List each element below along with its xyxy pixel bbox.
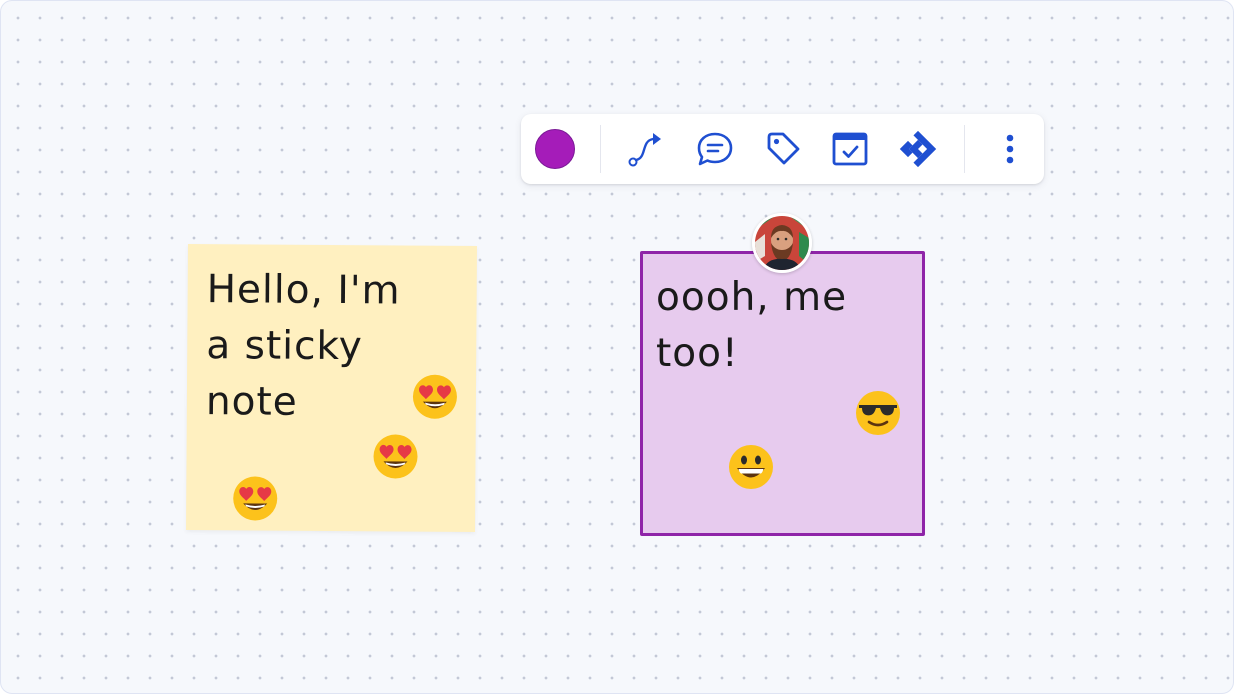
heart-eyes-emoji bbox=[412, 374, 457, 419]
heart-eyes-emoji bbox=[373, 434, 418, 479]
comment-icon bbox=[697, 132, 733, 166]
sticky-note-text[interactable]: oooh, me too! bbox=[656, 270, 847, 382]
grinning-emoji bbox=[729, 445, 773, 489]
connector-button[interactable] bbox=[625, 129, 665, 169]
whiteboard-canvas[interactable]: Hello, I'm a sticky note oooh, me too! bbox=[0, 0, 1234, 694]
more-options-button[interactable] bbox=[990, 129, 1030, 169]
sticky-note-yellow[interactable]: Hello, I'm a sticky note bbox=[186, 243, 477, 533]
tag-button[interactable] bbox=[763, 129, 803, 169]
more-vertical-icon bbox=[1006, 134, 1014, 164]
sunglasses-emoji bbox=[856, 391, 900, 435]
tag-icon bbox=[767, 132, 800, 165]
jira-icon bbox=[899, 130, 937, 168]
date-button[interactable] bbox=[830, 129, 870, 169]
jira-button[interactable] bbox=[898, 129, 938, 169]
sticky-note-purple[interactable]: oooh, me too! bbox=[640, 251, 925, 536]
context-toolbar bbox=[521, 114, 1044, 184]
comment-button[interactable] bbox=[695, 129, 735, 169]
user-avatar bbox=[755, 216, 809, 270]
collaborator-avatar[interactable] bbox=[752, 213, 812, 273]
sticky-note-text[interactable]: Hello, I'm a sticky note bbox=[206, 262, 401, 431]
calendar-icon bbox=[832, 132, 868, 166]
heart-eyes-emoji bbox=[233, 476, 278, 521]
toolbar-divider bbox=[600, 125, 601, 173]
color-swatch bbox=[535, 129, 575, 169]
color-picker-button[interactable] bbox=[535, 129, 575, 169]
connector-icon bbox=[628, 133, 661, 167]
toolbar-divider bbox=[964, 125, 965, 173]
